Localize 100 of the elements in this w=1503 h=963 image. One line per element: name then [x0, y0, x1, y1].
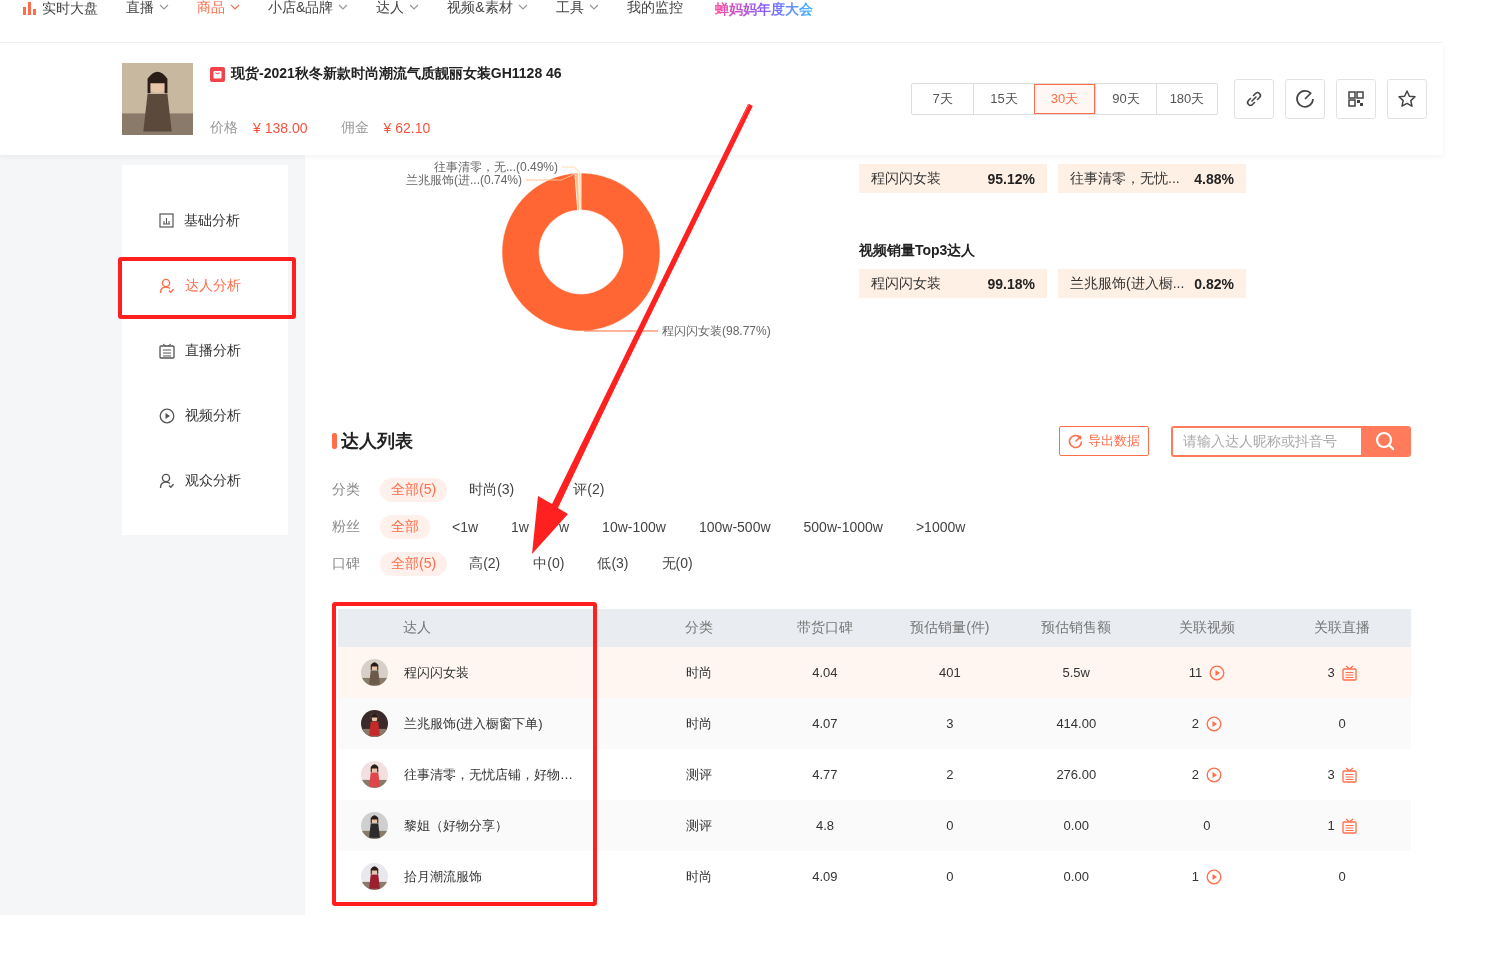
creator-name[interactable]: 程闪闪女装 — [404, 663, 469, 682]
nav-item[interactable]: 我的监控 — [626, 0, 683, 14]
tv-icon[interactable] — [1341, 766, 1357, 783]
table-row[interactable]: 黎姐（好物分享） 测评 4.8 0 0.00 0 1 — [338, 800, 1411, 851]
live-count: 0 — [1338, 716, 1346, 731]
slice-label: 兰兆服饰(进...(0.74%) — [406, 173, 522, 187]
export-icon — [1068, 433, 1083, 449]
table-cell: 测评 — [636, 800, 763, 851]
filter-option[interactable]: w — [559, 516, 581, 538]
column-header: 预估销量(件) — [887, 609, 1012, 647]
video-count: 2 — [1191, 716, 1200, 731]
table-cell: 4.09 — [762, 851, 888, 902]
list-title: 达人列表 — [341, 430, 413, 453]
range-tab[interactable]: 7天 — [912, 84, 973, 114]
table-row[interactable]: 程闪闪女装 时尚 4.04 401 5.5w 11 3 — [338, 647, 1411, 698]
creator-name: 往事清零，无忧... — [1070, 169, 1180, 188]
sidebar-item[interactable]: 直播分析 — [122, 318, 288, 383]
filter-option[interactable]: >1000w — [904, 516, 977, 538]
chart-icon — [159, 213, 174, 228]
nav-item[interactable]: 工具 — [555, 0, 599, 14]
table-row[interactable]: 往事清零，无忧店铺，好物… 测评 4.77 2 276.00 2 3 — [338, 749, 1411, 800]
qr-code-icon — [1346, 89, 1366, 109]
promo-logo[interactable]: 蝉妈妈年度大会 — [714, 0, 813, 18]
filter-option[interactable]: 100w-500w — [687, 516, 782, 538]
shop-bag-icon — [210, 66, 225, 82]
filter-option[interactable]: 时尚(3) — [458, 478, 526, 502]
table-row[interactable]: 兰兆服饰(进入橱窗下单) 时尚 4.07 3 414.00 2 0 — [338, 698, 1411, 749]
video-count: 2 — [1191, 767, 1200, 782]
table-row[interactable]: 拾月潮流服饰 时尚 4.09 0 0.00 1 0 — [338, 851, 1411, 902]
creator-name: 程闪闪女装 — [871, 169, 941, 188]
person-icon — [159, 472, 175, 489]
filter-option[interactable]: 500w-1000w — [792, 516, 894, 538]
filter-option[interactable]: 10w-100w — [591, 516, 677, 538]
slice-label: 往事清零，无...(0.49%) — [433, 160, 558, 174]
table-cell: 时尚 — [636, 647, 763, 698]
filter-option[interactable]: 评(2) — [573, 478, 616, 502]
video-count: 1 — [1191, 869, 1200, 884]
column-header: 达人 — [338, 609, 636, 647]
play-icon[interactable] — [1206, 766, 1223, 783]
commission-value: ¥ 62.10 — [383, 120, 431, 136]
table-cell: 2 — [887, 749, 1012, 800]
nav-item[interactable]: 实时大盘 — [22, 0, 98, 15]
range-tab[interactable]: 180天 — [1156, 84, 1217, 114]
creator-name: 兰兆服饰(进入橱... — [1070, 274, 1185, 293]
refresh-button[interactable] — [1285, 79, 1325, 119]
creator-name[interactable]: 兰兆服饰(进入橱窗下单) — [404, 714, 543, 733]
link-icon — [1244, 89, 1264, 109]
link-button[interactable] — [1234, 79, 1274, 119]
play-icon[interactable] — [1209, 664, 1226, 681]
sidebar-item[interactable]: 视频分析 — [122, 383, 288, 448]
table-cell: 3 — [887, 698, 1012, 749]
share-percent: 95.12% — [987, 170, 1035, 187]
creator-name[interactable]: 黎姐（好物分享） — [404, 816, 508, 835]
nav-item[interactable]: 达人 — [376, 0, 420, 14]
search-field[interactable]: 请输入达人昵称或抖音号 — [1171, 425, 1411, 457]
table-cell: 276.00 — [1012, 749, 1141, 800]
video-count: 11 — [1188, 665, 1203, 680]
live-count: 3 — [1327, 767, 1335, 782]
table-cell: 4.77 — [762, 749, 888, 800]
nav-item[interactable]: 小店&品牌 — [268, 0, 349, 14]
search-button[interactable] — [1361, 427, 1409, 455]
play-icon[interactable] — [1206, 715, 1223, 732]
slice-label: 程闪闪女装(98.77%) — [662, 324, 771, 338]
table-cell: 0 — [887, 800, 1012, 851]
creator-name[interactable]: 往事清零，无忧店铺，好物… — [404, 765, 573, 784]
column-header: 预估销售额 — [1012, 609, 1141, 647]
share-percent: 0.82% — [1194, 275, 1234, 292]
table-cell: 4.07 — [762, 698, 888, 749]
table-cell: 0.00 — [1012, 800, 1141, 851]
table-cell: 时尚 — [636, 851, 763, 902]
filter-option[interactable]: 1w — [500, 516, 529, 538]
filter-option[interactable]: 中(0) — [522, 552, 576, 576]
table-cell: 测评 — [636, 749, 763, 800]
commission-label: 佣金 — [340, 119, 369, 137]
tv-icon — [159, 342, 175, 359]
tv-icon[interactable] — [1341, 817, 1357, 834]
table-cell: 401 — [887, 647, 1012, 698]
table-cell: 4.8 — [762, 800, 888, 851]
creator-name[interactable]: 拾月潮流服饰 — [404, 867, 482, 886]
product-title: 现货-2021秋冬新款时尚潮流气质靓丽女装GH1128 46 — [231, 65, 562, 83]
filter-label: 口碑 — [332, 555, 361, 573]
column-header: 带货口碑 — [762, 609, 888, 647]
column-header: 分类 — [636, 609, 763, 647]
table-cell: 0.00 — [1012, 851, 1141, 902]
sidebar-item[interactable]: 基础分析 — [122, 188, 288, 253]
filter-option[interactable]: 低(3) — [586, 552, 640, 576]
tv-icon[interactable] — [1341, 664, 1357, 681]
filter-option[interactable]: 无(0) — [650, 552, 704, 576]
nav-item[interactable]: 视频&素材 — [447, 0, 528, 14]
play-icon[interactable] — [1206, 868, 1223, 885]
star-button[interactable] — [1387, 79, 1427, 119]
filter-option[interactable]: 高(2) — [458, 552, 512, 576]
sidebar-item[interactable]: 观众分析 — [122, 448, 288, 513]
search-icon — [1375, 431, 1395, 451]
qr-code-button[interactable] — [1336, 79, 1376, 119]
range-tab[interactable]: 90天 — [1095, 84, 1156, 114]
person-icon — [159, 277, 175, 294]
bar-chart-icon — [22, 0, 37, 15]
filter-option[interactable]: <1w — [441, 516, 490, 538]
nav-item[interactable]: 直播 — [126, 0, 169, 14]
